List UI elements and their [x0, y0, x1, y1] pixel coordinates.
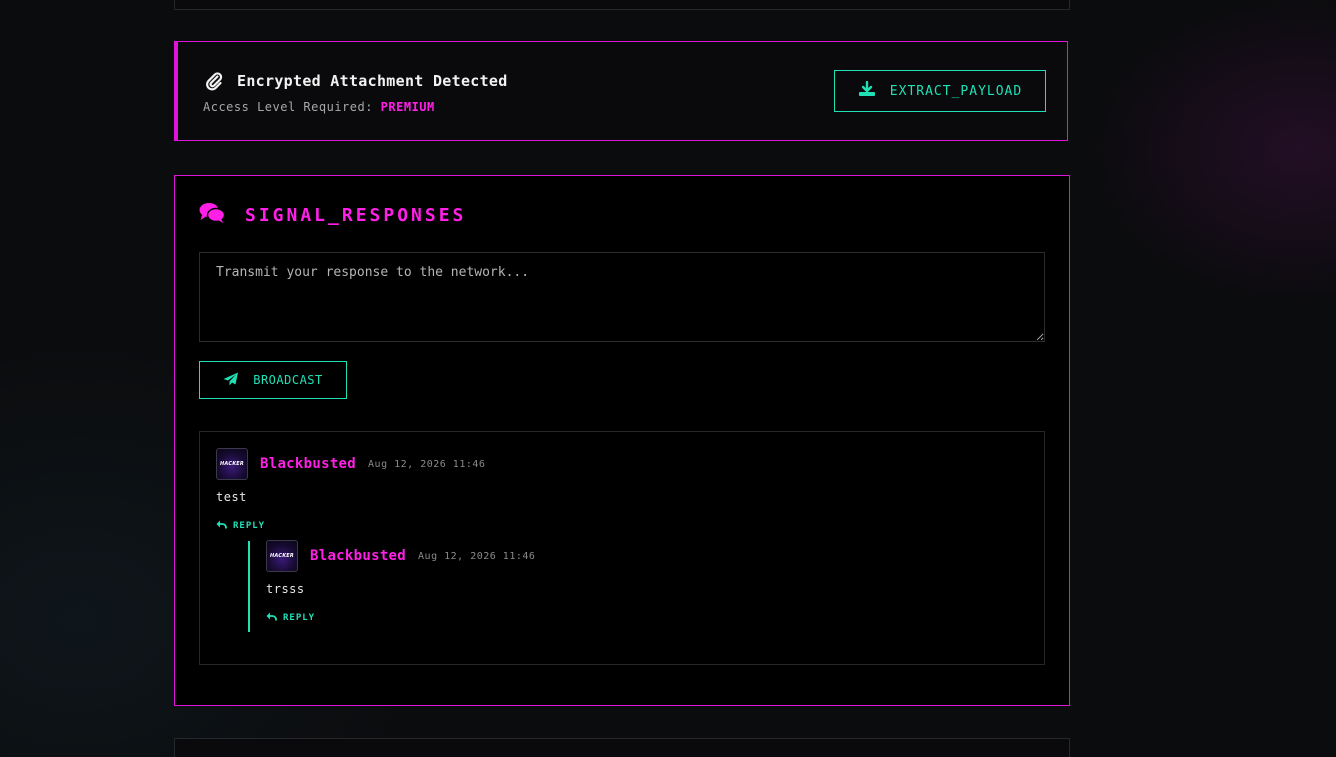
- access-level-badge: PREMIUM: [380, 100, 435, 114]
- responses-header: SIGNAL_RESPONSES: [199, 202, 466, 228]
- signal-responses-panel: SIGNAL_RESPONSES BROADCAST HACKER Blackb…: [174, 175, 1070, 706]
- nested-reply-line: [248, 541, 250, 632]
- access-level-label: Access Level Required:: [203, 100, 381, 114]
- comment-thread: HACKER Blackbusted Aug 12, 2026 11:46 te…: [199, 431, 1045, 665]
- reply-label: REPLY: [233, 521, 266, 531]
- avatar[interactable]: HACKER: [216, 448, 248, 480]
- reply-icon: [266, 612, 277, 624]
- responses-title: SIGNAL_RESPONSES: [245, 204, 467, 226]
- paper-plane-icon: [223, 372, 239, 389]
- comments-icon: [199, 202, 226, 228]
- comment-body: trsss: [266, 582, 305, 596]
- download-icon: [858, 80, 876, 101]
- extract-payload-label: EXTRACT_PAYLOAD: [889, 83, 1023, 99]
- encrypted-attachment-panel: Encrypted Attachment Detected Access Lev…: [174, 41, 1068, 141]
- previous-panel: [174, 0, 1070, 10]
- comment-body: test: [216, 490, 247, 504]
- broadcast-button[interactable]: BROADCAST: [199, 361, 347, 399]
- comment-author[interactable]: Blackbusted: [310, 548, 406, 564]
- reply-button[interactable]: REPLY: [216, 520, 485, 532]
- paperclip-icon: [204, 71, 224, 91]
- extract-payload-button[interactable]: EXTRACT_PAYLOAD: [834, 70, 1046, 112]
- access-level-text: Access Level Required: PREMIUM: [203, 100, 435, 114]
- reply-icon: [216, 520, 227, 532]
- next-panel: [174, 738, 1070, 757]
- comment-header: HACKER Blackbusted Aug 12, 2026 11:46: [266, 540, 535, 572]
- comment-reply-item: HACKER Blackbusted Aug 12, 2026 11:46 tr…: [266, 540, 535, 624]
- comment-timestamp: Aug 12, 2026 11:46: [368, 458, 486, 470]
- broadcast-label: BROADCAST: [253, 373, 323, 387]
- reply-button[interactable]: REPLY: [266, 612, 535, 624]
- reply-label: REPLY: [283, 613, 316, 623]
- comment-timestamp: Aug 12, 2026 11:46: [418, 550, 536, 562]
- comment-item: HACKER Blackbusted Aug 12, 2026 11:46 te…: [216, 448, 485, 532]
- response-input[interactable]: [199, 252, 1045, 342]
- comment-author[interactable]: Blackbusted: [260, 456, 356, 472]
- comment-header: HACKER Blackbusted Aug 12, 2026 11:46: [216, 448, 485, 480]
- avatar[interactable]: HACKER: [266, 540, 298, 572]
- attachment-title: Encrypted Attachment Detected: [237, 72, 508, 90]
